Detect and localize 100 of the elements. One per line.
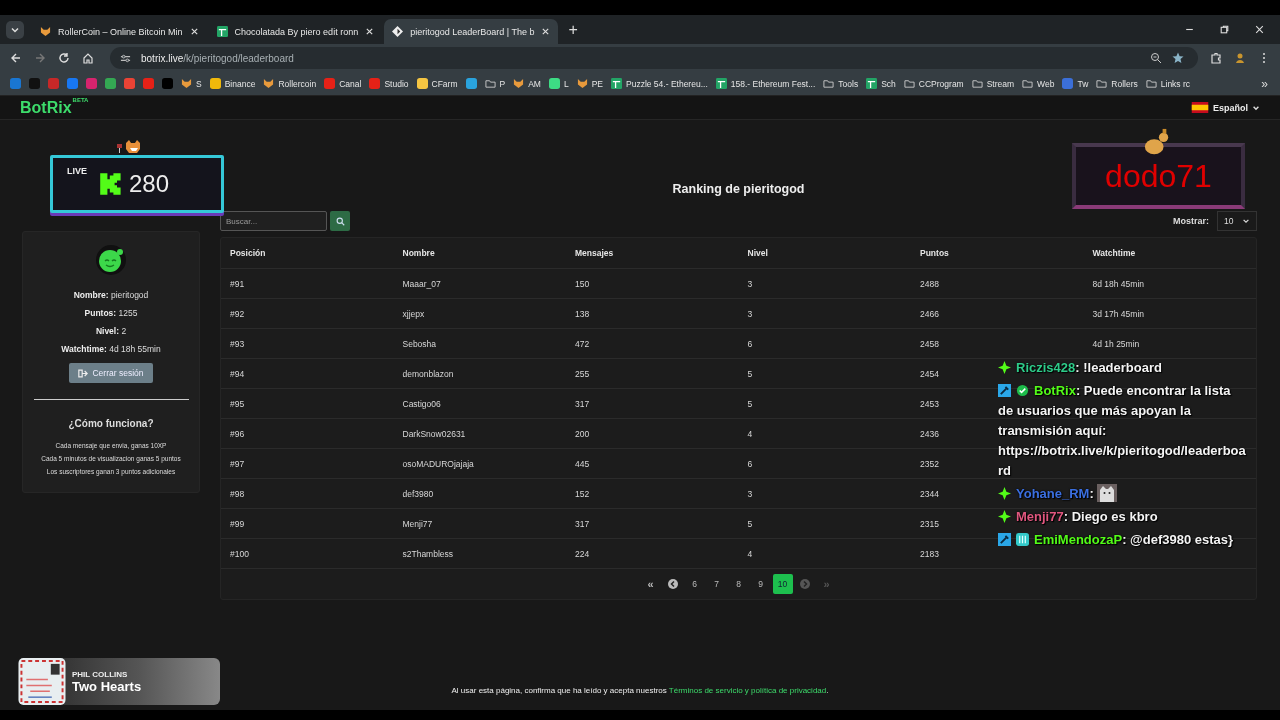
sparkle-badge-icon xyxy=(998,361,1011,374)
bookmark[interactable]: Canal xyxy=(320,78,366,89)
artist-name: PHIL COLLINS xyxy=(72,669,129,679)
spreadsheet-icon xyxy=(866,78,878,89)
site-icon xyxy=(548,78,560,89)
column-header: Nombre xyxy=(402,248,435,258)
bookmark[interactable]: 158.- Ethereum Fest... xyxy=(711,78,820,89)
botrix-logo[interactable]: BotRix$^{BETA}$ xyxy=(20,98,89,117)
table-cell: #98 xyxy=(230,488,245,499)
bookmark[interactable]: CCProgram xyxy=(899,78,968,89)
page-button[interactable]: 6 xyxy=(684,574,705,594)
reload-icon[interactable] xyxy=(58,52,70,64)
table-cell: 5 xyxy=(747,398,753,409)
bookmark[interactable]: CFarm xyxy=(412,78,462,89)
section-title: ¿Cómo funciona? xyxy=(68,418,154,429)
fox-icon xyxy=(576,78,588,89)
site-icon xyxy=(1062,78,1074,89)
close-icon[interactable] xyxy=(1254,24,1265,35)
site-settings-icon[interactable] xyxy=(120,52,131,64)
table-cell: 3d 17h 45min xyxy=(1092,308,1144,319)
profile-field: Puntos: 1255 xyxy=(84,308,138,318)
page-size-select[interactable]: 10 xyxy=(1217,211,1257,231)
chevron-right-icon xyxy=(799,579,810,589)
table-cell: Maaar_07 xyxy=(402,278,441,289)
close-icon[interactable] xyxy=(189,27,199,36)
bookmark[interactable]: L xyxy=(544,78,573,89)
site-icon xyxy=(10,78,21,89)
folder-icon xyxy=(1096,78,1108,89)
bookmark[interactable]: Rollers xyxy=(1092,78,1142,89)
site-icon xyxy=(105,78,116,89)
site-icon xyxy=(67,78,78,89)
logout-button[interactable]: Cerrar sesión xyxy=(69,363,153,383)
smiley-avatar-icon xyxy=(95,244,127,276)
verified-badge-icon xyxy=(1016,384,1029,397)
table-cell: 6 xyxy=(747,338,753,349)
bookmark[interactable]: Web xyxy=(1018,78,1059,89)
bookmark[interactable]: AM xyxy=(509,78,545,89)
new-tab-button[interactable]: + xyxy=(560,20,586,39)
page-button[interactable]: 9 xyxy=(750,574,771,594)
show-label: Mostrar: xyxy=(1173,216,1209,226)
table-cell: #95 xyxy=(230,398,245,409)
bookmark[interactable]: Tools xyxy=(819,78,863,89)
fox-icon xyxy=(263,78,275,89)
table-cell: 472 xyxy=(575,338,590,349)
close-icon[interactable] xyxy=(541,27,551,36)
tab-list-button[interactable] xyxy=(6,20,24,39)
bookmark[interactable]: Stream xyxy=(967,78,1019,89)
avatar-icon[interactable] xyxy=(1234,52,1246,64)
forward-icon[interactable] xyxy=(34,52,46,64)
bookmark[interactable]: Puzzle 54.- Ethereu... xyxy=(607,78,712,89)
star-icon[interactable] xyxy=(1172,52,1184,64)
search-field[interactable]: Buscar... xyxy=(220,211,327,231)
table-cell: 4 xyxy=(747,548,753,559)
chevron-left-icon xyxy=(667,579,678,589)
flag-icon xyxy=(1191,102,1209,113)
home-icon[interactable] xyxy=(82,52,94,64)
bookmark[interactable]: Tw xyxy=(1058,78,1093,89)
site-icon xyxy=(465,78,477,89)
address-bar[interactable]: botrix.live/k/pieritogod/leaderboard xyxy=(110,47,1198,69)
bookmark[interactable]: Rollercoin xyxy=(259,78,321,89)
bookmark[interactable]: Sch xyxy=(862,78,900,89)
more-bookmarks-button[interactable]: » xyxy=(1255,75,1274,92)
search-button[interactable] xyxy=(330,211,350,231)
table-cell: #92 xyxy=(230,308,245,319)
bookmark[interactable]: Studio xyxy=(365,78,413,89)
page-button[interactable]: 8 xyxy=(728,574,749,594)
extensions-icon[interactable] xyxy=(1210,52,1222,64)
language-selector[interactable]: Español xyxy=(1185,101,1266,114)
table-cell: 2453 xyxy=(920,398,939,409)
close-icon[interactable] xyxy=(365,27,375,36)
table-cell: 224 xyxy=(575,548,590,559)
browser-tab[interactable]: pieritogod LeaderBoard | The b xyxy=(384,19,559,44)
browser-tab[interactable]: Chocolatada By piero edit ronn xyxy=(208,19,383,44)
chat-message: BotRix: Puede encontrar la lista de usuarios que más apoyan la transmisión aquí: https://botrix.live/k/pieritogod/leaderboard xyxy=(998,382,1246,480)
back-icon[interactable] xyxy=(10,52,22,64)
site-icon xyxy=(162,78,173,89)
ranking-title: Ranking de pieritogod xyxy=(671,182,806,198)
cat-emote-icon xyxy=(1096,484,1117,502)
diamond-icon xyxy=(392,26,404,37)
bookmark[interactable]: Binance xyxy=(205,78,260,89)
table-cell: 5 xyxy=(747,518,753,529)
bookmark[interactable]: Links rc xyxy=(1141,78,1195,89)
bookmark[interactable]: P xyxy=(480,78,510,89)
chevron-down-icon xyxy=(1242,217,1250,225)
sword-badge-icon xyxy=(998,384,1011,397)
bookmark[interactable]: PE xyxy=(572,78,607,89)
zoom-icon[interactable] xyxy=(1150,52,1162,64)
table-cell: s2Thambless xyxy=(402,548,454,559)
page-button[interactable]: 10 xyxy=(772,574,793,594)
browser-tab[interactable]: RollerCoin – Online Bitcoin Min xyxy=(32,19,207,44)
table-cell: 2344 xyxy=(920,488,939,499)
fox-icon xyxy=(40,26,51,37)
table-cell: def3980 xyxy=(402,488,434,499)
site-icon xyxy=(86,78,97,89)
bookmark[interactable]: S xyxy=(177,78,206,89)
table-cell: 3 xyxy=(747,308,753,319)
folder-icon xyxy=(903,78,915,89)
page-button[interactable]: 7 xyxy=(706,574,727,594)
restore-icon[interactable] xyxy=(1219,24,1230,35)
first-page-button[interactable]: « xyxy=(640,574,661,594)
